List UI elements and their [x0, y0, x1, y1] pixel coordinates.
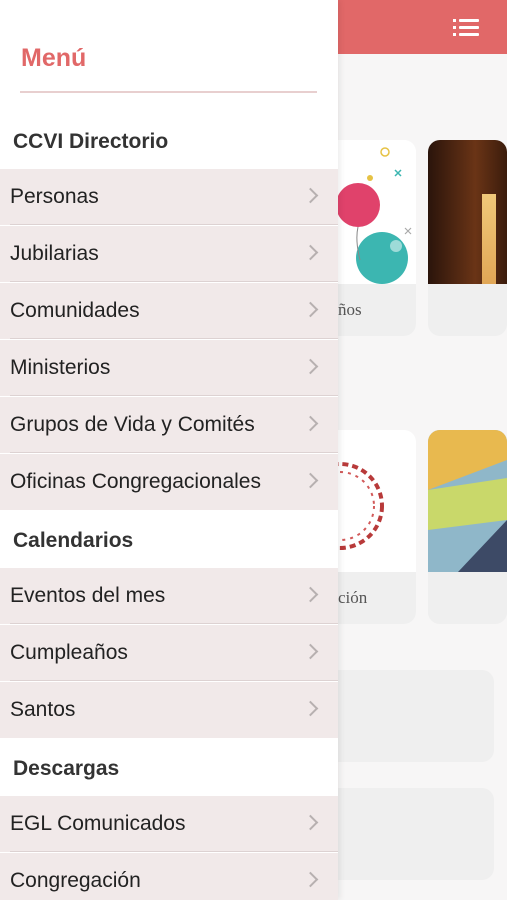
chevron-right-icon [302, 586, 319, 603]
section-heading-descargas: Descargas [13, 757, 120, 780]
divider [10, 851, 338, 852]
menu-item-label: Jubilarias [10, 242, 99, 265]
chevron-right-icon [302, 415, 319, 432]
menu-item-label: Grupos de Vida y Comités [10, 413, 255, 436]
image-card[interactable] [428, 140, 507, 336]
menu-item-personas[interactable]: Personas [0, 169, 338, 225]
menu-item-jubilarias[interactable]: Jubilarias [0, 226, 338, 282]
chevron-right-icon [302, 871, 319, 888]
menu-item-ministerios[interactable]: Ministerios [0, 340, 338, 396]
chevron-right-icon [302, 301, 319, 318]
divider [10, 452, 338, 453]
menu-item-label: Personas [10, 185, 99, 208]
card-label: ños [338, 300, 362, 319]
candle-image [428, 140, 507, 284]
title-divider [20, 91, 317, 93]
side-menu-drawer: Menú CCVI Directorio Personas Jubilarias… [0, 0, 338, 900]
menu-item-santos[interactable]: Santos [0, 682, 338, 738]
card-label: ción [338, 588, 368, 607]
menu-item-eventos[interactable]: Eventos del mes [0, 568, 338, 624]
list-icon[interactable] [453, 17, 479, 37]
menu-item-congregacion[interactable]: Congregación [0, 853, 338, 900]
menu-item-grupos[interactable]: Grupos de Vida y Comités [0, 397, 338, 453]
chevron-right-icon [302, 358, 319, 375]
menu-item-comunidades[interactable]: Comunidades [0, 283, 338, 339]
divider [10, 281, 338, 282]
menu-title: Menú [21, 44, 87, 72]
chevron-right-icon [302, 244, 319, 261]
divider [10, 224, 338, 225]
image-card[interactable] [428, 430, 507, 624]
chevron-right-icon [302, 700, 319, 717]
menu-item-label: Eventos del mes [10, 584, 166, 607]
menu-item-egl-comunicados[interactable]: EGL Comunicados [0, 796, 338, 852]
menu-item-label: EGL Comunicados [10, 812, 186, 835]
menu-item-label: Santos [10, 698, 76, 721]
menu-item-label: Comunidades [10, 299, 140, 322]
chevron-right-icon [302, 814, 319, 831]
menu-item-cumpleanos[interactable]: Cumpleaños [0, 625, 338, 681]
menu-item-label: Congregación [10, 869, 141, 892]
divider [10, 623, 338, 624]
menu-item-oficinas[interactable]: Oficinas Congregacionales [0, 454, 338, 510]
section-heading-calendarios: Calendarios [13, 529, 134, 552]
divider [10, 395, 338, 396]
chevron-right-icon [302, 187, 319, 204]
divider [10, 338, 338, 339]
menu-item-label: Cumpleaños [10, 641, 128, 664]
abstract-image [428, 430, 507, 572]
divider [10, 680, 338, 681]
section-heading-directorio: CCVI Directorio [13, 130, 169, 153]
chevron-right-icon [302, 643, 319, 660]
menu-item-label: Ministerios [10, 356, 111, 379]
chevron-right-icon [302, 472, 319, 489]
menu-item-label: Oficinas Congregacionales [10, 470, 261, 493]
